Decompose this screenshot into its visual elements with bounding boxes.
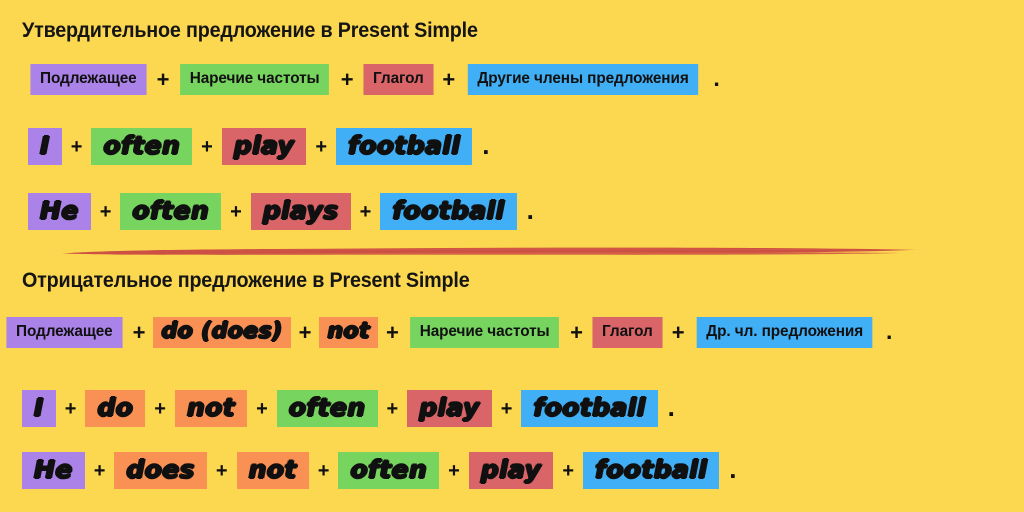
- plus-separator: +: [230, 200, 242, 223]
- plus-separator: +: [154, 397, 166, 420]
- plus-separator: +: [359, 200, 372, 223]
- sentence-period: .: [482, 129, 490, 160]
- plus-separator: +: [317, 459, 330, 482]
- tile-verb: Глагол: [592, 317, 663, 348]
- plus-separator: +: [570, 319, 583, 345]
- plus-separator: +: [562, 459, 574, 482]
- tile-subject: He: [28, 193, 91, 230]
- tile-other-parts: football: [583, 452, 720, 489]
- section-title-negative: Отрицательное предложение в Present Simp…: [22, 269, 470, 292]
- plus-separator: +: [340, 66, 354, 92]
- tile-other-parts: Другие члены предложения: [468, 64, 699, 95]
- plus-separator: +: [156, 66, 170, 92]
- tile-subject: I: [28, 128, 62, 165]
- plus-separator: +: [256, 397, 268, 420]
- plus-separator: +: [298, 319, 312, 345]
- tile-verb: plays: [250, 193, 351, 230]
- plus-separator: +: [315, 135, 327, 158]
- tile-not: not: [319, 317, 378, 348]
- affirmative-example-row-2: He + often + plays + football .: [28, 193, 534, 230]
- sentence-period: .: [885, 318, 893, 344]
- tile-adverb-of-frequency: often: [120, 193, 222, 230]
- tile-subject: Подлежащее: [6, 317, 123, 348]
- tile-verb: play: [468, 452, 554, 489]
- plus-separator: +: [70, 135, 83, 158]
- plus-separator: +: [132, 319, 146, 345]
- plus-separator: +: [671, 319, 685, 345]
- tile-subject: I: [22, 390, 56, 427]
- plus-separator: +: [64, 397, 77, 420]
- tile-subject: He: [22, 452, 85, 489]
- negative-example-row-2: He + does + not + often + play + footbal…: [22, 452, 737, 489]
- plus-separator: +: [386, 397, 399, 420]
- tile-not: not: [174, 390, 248, 427]
- negative-example-row-1: I + do + not + often + play + football .: [22, 390, 675, 427]
- affirmative-example-row-1: I + often + play + football .: [28, 128, 490, 165]
- tile-adverb-of-frequency: often: [338, 452, 440, 489]
- tile-verb: play: [407, 390, 492, 427]
- section-title-affirmative: Утвердительное предложение в Present Sim…: [22, 19, 478, 42]
- tile-adverb-of-frequency: Наречие частоты: [409, 317, 559, 348]
- negative-formula-row: Подлежащее + do (does) + not + Наречие ч…: [4, 317, 892, 348]
- plus-separator: +: [215, 459, 228, 482]
- sentence-period: .: [526, 194, 534, 225]
- tile-other-parts: football: [380, 193, 517, 230]
- tile-auxiliary-does: does: [114, 452, 207, 489]
- sentence-period: .: [713, 65, 720, 91]
- sentence-period: .: [729, 453, 737, 484]
- plus-separator: +: [500, 397, 513, 420]
- tile-adverb-of-frequency: often: [91, 128, 193, 165]
- plus-separator: +: [201, 135, 213, 158]
- sentence-period: .: [667, 391, 675, 422]
- tile-auxiliary-do: do: [85, 390, 146, 427]
- tile-not: not: [236, 452, 309, 489]
- tile-auxiliary-do-does: do (does): [153, 317, 291, 348]
- plus-separator: +: [442, 66, 456, 92]
- tile-adverb-of-frequency: Наречие частоты: [180, 64, 330, 95]
- plus-separator: +: [93, 459, 106, 482]
- affirmative-formula-row: Подлежащее + Наречие частоты + Глагол + …: [28, 64, 720, 95]
- tile-subject: Подлежащее: [30, 64, 147, 95]
- brush-stroke-divider: [60, 240, 920, 264]
- plus-separator: +: [385, 319, 399, 345]
- tile-other-parts: football: [336, 128, 473, 165]
- tile-other-parts: Др. чл. предложения: [696, 317, 873, 348]
- tile-verb: Глагол: [363, 64, 433, 95]
- grammar-infographic: Утвердительное предложение в Present Sim…: [0, 0, 1024, 512]
- tile-verb: play: [221, 128, 307, 165]
- tile-other-parts: football: [521, 390, 658, 427]
- plus-separator: +: [99, 200, 112, 223]
- plus-separator: +: [448, 459, 460, 482]
- tile-adverb-of-frequency: often: [276, 390, 378, 427]
